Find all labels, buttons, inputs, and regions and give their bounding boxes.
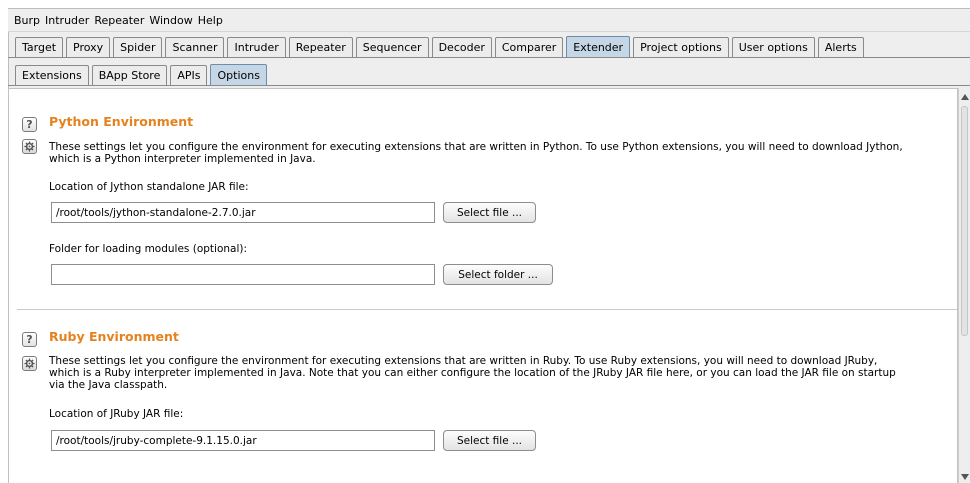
tab-decoder[interactable]: Decoder — [431, 37, 492, 57]
ruby-description-line1: These settings let you configure the env… — [49, 355, 878, 367]
ruby-description-line3: via the Java classpath. — [49, 379, 168, 391]
options-panel: ? Python Environment These settings let … — [8, 88, 958, 483]
gear-icon — [24, 358, 35, 369]
section-separator — [17, 309, 957, 310]
tab-scanner[interactable]: Scanner — [165, 37, 225, 57]
scroll-up-arrow-icon[interactable] — [961, 94, 969, 100]
menubar: Burp Intruder Repeater Window Help — [8, 9, 970, 32]
tab-extender[interactable]: Extender — [566, 36, 631, 57]
ruby-settings-gear-icon[interactable] — [22, 356, 37, 371]
python-modules-folder-input[interactable] — [51, 264, 435, 285]
sub-tab-divider — [8, 85, 970, 86]
tab-options[interactable]: Options — [210, 64, 267, 85]
tab-apis[interactable]: APIs — [170, 65, 208, 85]
jython-jar-label: Location of Jython standalone JAR file: — [49, 181, 249, 193]
jython-select-file-button[interactable]: Select file ... — [443, 202, 536, 223]
menu-intruder[interactable]: Intruder — [45, 14, 89, 27]
tab-sequencer[interactable]: Sequencer — [355, 37, 429, 57]
vertical-scrollbar[interactable] — [958, 88, 970, 483]
python-settings-gear-icon[interactable] — [22, 139, 37, 154]
menu-repeater[interactable]: Repeater — [94, 14, 144, 27]
python-description-line1: These settings let you configure the env… — [49, 141, 903, 153]
menu-window[interactable]: Window — [149, 14, 192, 27]
sub-tab-bar: Extensions BApp Store APIs Options — [15, 64, 270, 85]
tab-spider[interactable]: Spider — [113, 37, 163, 57]
python-description-line2: which is a Python interpreter implemente… — [49, 153, 316, 165]
ruby-help-icon[interactable]: ? — [22, 332, 37, 347]
tab-project-options[interactable]: Project options — [633, 37, 729, 57]
main-tab-divider — [8, 57, 970, 58]
python-modules-label: Folder for loading modules (optional): — [49, 243, 248, 255]
python-select-folder-button[interactable]: Select folder ... — [443, 264, 553, 285]
menu-burp[interactable]: Burp — [14, 14, 40, 27]
tab-extensions[interactable]: Extensions — [15, 65, 89, 85]
jython-jar-path-input[interactable] — [51, 202, 435, 223]
tab-target[interactable]: Target — [15, 37, 64, 57]
tab-intruder[interactable]: Intruder — [227, 37, 286, 57]
jruby-jar-path-input[interactable] — [51, 430, 435, 451]
gear-icon — [24, 141, 35, 152]
main-tab-bar: Target Proxy Spider Scanner Intruder Rep… — [15, 36, 867, 57]
scroll-down-arrow-icon[interactable] — [961, 474, 969, 480]
jruby-jar-label: Location of JRuby JAR file: — [49, 408, 184, 420]
jruby-select-file-button[interactable]: Select file ... — [443, 430, 536, 451]
tab-comparer[interactable]: Comparer — [494, 37, 564, 57]
menu-help[interactable]: Help — [198, 14, 223, 27]
python-help-icon[interactable]: ? — [22, 117, 37, 132]
scroll-thumb[interactable] — [961, 106, 968, 336]
python-section-title: Python Environment — [49, 114, 194, 129]
ruby-section-title: Ruby Environment — [49, 329, 179, 344]
ruby-description-line2: which is a Ruby interpreter implemented … — [49, 367, 896, 379]
tab-alerts[interactable]: Alerts — [817, 37, 864, 57]
tab-proxy[interactable]: Proxy — [66, 37, 111, 57]
tab-bapp-store[interactable]: BApp Store — [91, 65, 168, 85]
tab-repeater[interactable]: Repeater — [288, 37, 353, 57]
tab-user-options[interactable]: User options — [731, 37, 815, 57]
